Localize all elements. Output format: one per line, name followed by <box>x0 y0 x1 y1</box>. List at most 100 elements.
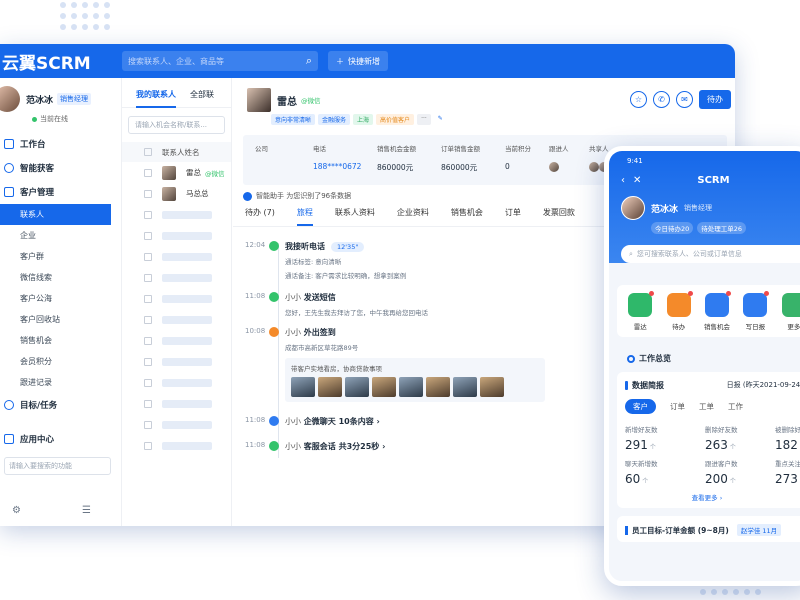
tab-company-info[interactable]: 企业资料 <box>397 207 429 226</box>
tag-chip[interactable]: 意向非常清晰 <box>271 114 316 125</box>
tab-customers[interactable]: 客户 <box>625 399 656 414</box>
global-search-input[interactable]: 搜索联系人、企业、商品等 ⌕ <box>122 51 318 71</box>
sidebar-item-public-pool[interactable]: 客户公海 <box>0 288 121 309</box>
sidebar-group-customers[interactable]: 客户管理 <box>0 180 121 204</box>
row-checkbox[interactable] <box>144 336 152 345</box>
table-row[interactable] <box>122 225 231 246</box>
sidebar-item-contacts[interactable]: 联系人 <box>0 204 111 225</box>
tag-chip[interactable]: 金融服务 <box>318 114 351 125</box>
sidebar-group-apps[interactable]: 应用中心 <box>0 427 121 451</box>
stat-chat-new[interactable]: 聊天新增数 60 个 <box>625 458 705 486</box>
tag-chip[interactable]: 上海 <box>353 114 374 125</box>
row-checkbox[interactable] <box>144 420 152 429</box>
tab-todo[interactable]: 待办 (7) <box>245 207 275 226</box>
row-checkbox[interactable] <box>144 315 152 324</box>
row-checkbox[interactable] <box>144 168 152 177</box>
stat-key-customers[interactable]: 重点关注客户273个 <box>775 458 800 486</box>
table-row[interactable] <box>122 267 231 288</box>
sidebar-group-workbench[interactable]: 工作台 <box>0 132 121 156</box>
row-checkbox[interactable] <box>144 378 152 387</box>
mobile-search-input[interactable]: ⌕ 您可搜索联系人、公司或订单信息 <box>621 245 800 263</box>
mobile-user[interactable]: 范冰冰 销售经理 <box>609 186 800 220</box>
row-checkbox[interactable] <box>144 210 152 219</box>
table-row[interactable] <box>122 351 231 372</box>
quick-add-button[interactable]: ＋ 快捷新增 <box>328 51 388 71</box>
sidebar-item-recycle-bin[interactable]: 客户回收站 <box>0 309 121 330</box>
todo-button[interactable]: 待办 <box>699 90 731 109</box>
table-row[interactable]: 雷总 @微信 <box>122 162 231 183</box>
tab-workorders[interactable]: 工单 <box>699 401 714 412</box>
table-row[interactable] <box>122 393 231 414</box>
tab-opportunities[interactable]: 销售机会 <box>451 207 483 226</box>
todo-count-badge[interactable]: 今日待办20 <box>651 222 694 234</box>
app-opportunity[interactable]: 销售机会 <box>702 291 732 331</box>
photo-thumbnail[interactable] <box>426 377 450 397</box>
row-checkbox[interactable] <box>144 252 152 261</box>
sidebar-group-goals[interactable]: 目标/任务 <box>0 393 121 417</box>
stat-deleted-friends[interactable]: 删除好友数 263 个 <box>705 424 775 452</box>
user-card[interactable]: 范冰冰 销售经理 <box>0 78 121 118</box>
row-checkbox[interactable] <box>144 273 152 282</box>
call-duration[interactable]: 12'35" <box>331 242 365 252</box>
table-row[interactable] <box>122 435 231 456</box>
photo-thumbnail[interactable] <box>399 377 423 397</box>
chat-icon[interactable]: ✉ <box>676 91 693 108</box>
tab-invoices[interactable]: 发票回款 <box>543 207 575 226</box>
collapse-icon[interactable]: ☰ <box>82 505 91 516</box>
photo-thumbnail[interactable] <box>345 377 369 397</box>
close-icon[interactable]: ✕ <box>633 175 641 186</box>
sidebar-group-acquisition[interactable]: 智能获客 <box>0 156 121 180</box>
edit-icon[interactable]: ✎ <box>434 114 447 125</box>
tab-work[interactable]: 工作 <box>728 401 743 412</box>
tab-all-contacts[interactable]: 全部联 <box>190 89 214 107</box>
row-checkbox[interactable] <box>144 399 152 408</box>
more-tags-button[interactable]: ··· <box>417 114 431 125</box>
photo-thumbnail[interactable] <box>372 377 396 397</box>
table-row[interactable] <box>122 288 231 309</box>
table-row[interactable] <box>122 414 231 435</box>
app-daily-report[interactable]: 写日报 <box>740 291 770 331</box>
photo-thumbnail[interactable] <box>480 377 504 397</box>
goal-user-chip[interactable]: 赵学佳 11月 <box>736 524 782 536</box>
sidebar-item-companies[interactable]: 企业 <box>0 225 121 246</box>
app-radar[interactable]: 雷达 <box>625 291 655 331</box>
view-more-link[interactable]: 查看更多 › <box>625 492 800 502</box>
stat-followups[interactable]: 跟进客户数 200 个 <box>705 458 775 486</box>
tab-orders[interactable]: 订单 <box>670 401 685 412</box>
function-search-input[interactable]: 请输入要搜索的功能 <box>4 457 111 475</box>
star-icon[interactable]: ☆ <box>630 91 647 108</box>
workorder-count-badge[interactable]: 待处理工单26 <box>697 222 747 234</box>
phone-value[interactable]: 188****0672 <box>313 162 377 171</box>
row-checkbox[interactable] <box>144 357 152 366</box>
row-checkbox[interactable] <box>144 294 152 303</box>
sidebar-item-wechat-leads[interactable]: 微信线索 <box>0 267 121 288</box>
tab-my-contacts[interactable]: 我的联系人 <box>136 89 176 108</box>
sidebar-item-points[interactable]: 会员积分 <box>0 351 121 372</box>
table-row[interactable] <box>122 372 231 393</box>
table-row[interactable]: 马总总 <box>122 183 231 204</box>
row-checkbox[interactable] <box>144 441 152 450</box>
sidebar-item-opportunities[interactable]: 销售机会 <box>0 330 121 351</box>
table-row[interactable] <box>122 246 231 267</box>
search-icon[interactable]: ⌕ <box>306 54 312 68</box>
photo-thumbnail[interactable] <box>318 377 342 397</box>
table-row[interactable] <box>122 309 231 330</box>
tab-journey[interactable]: 旅程 <box>296 207 313 226</box>
app-more[interactable]: 更多 <box>779 293 800 331</box>
phone-icon[interactable]: ✆ <box>653 91 670 108</box>
contacts-search-input[interactable]: 请输入机会名称/联系... <box>128 116 225 134</box>
stat-deleted-by[interactable]: 被删除好友数182个 <box>775 424 800 452</box>
sidebar-item-groups[interactable]: 客户群 <box>0 246 121 267</box>
tag-chip[interactable]: 高价值客户 <box>376 114 415 125</box>
app-todo[interactable]: 待办 <box>663 291 693 331</box>
tab-orders[interactable]: 订单 <box>505 207 521 226</box>
table-row[interactable] <box>122 330 231 351</box>
photo-thumbnail[interactable] <box>453 377 477 397</box>
table-row[interactable] <box>122 204 231 225</box>
photo-thumbnail[interactable] <box>291 377 315 397</box>
row-checkbox[interactable] <box>144 189 152 198</box>
settings-icon[interactable]: ⚙ <box>12 505 21 516</box>
select-all-checkbox[interactable] <box>144 148 152 156</box>
stat-new-friends[interactable]: 新增好友数 291 个 <box>625 424 705 452</box>
back-icon[interactable]: ‹ <box>621 175 625 186</box>
